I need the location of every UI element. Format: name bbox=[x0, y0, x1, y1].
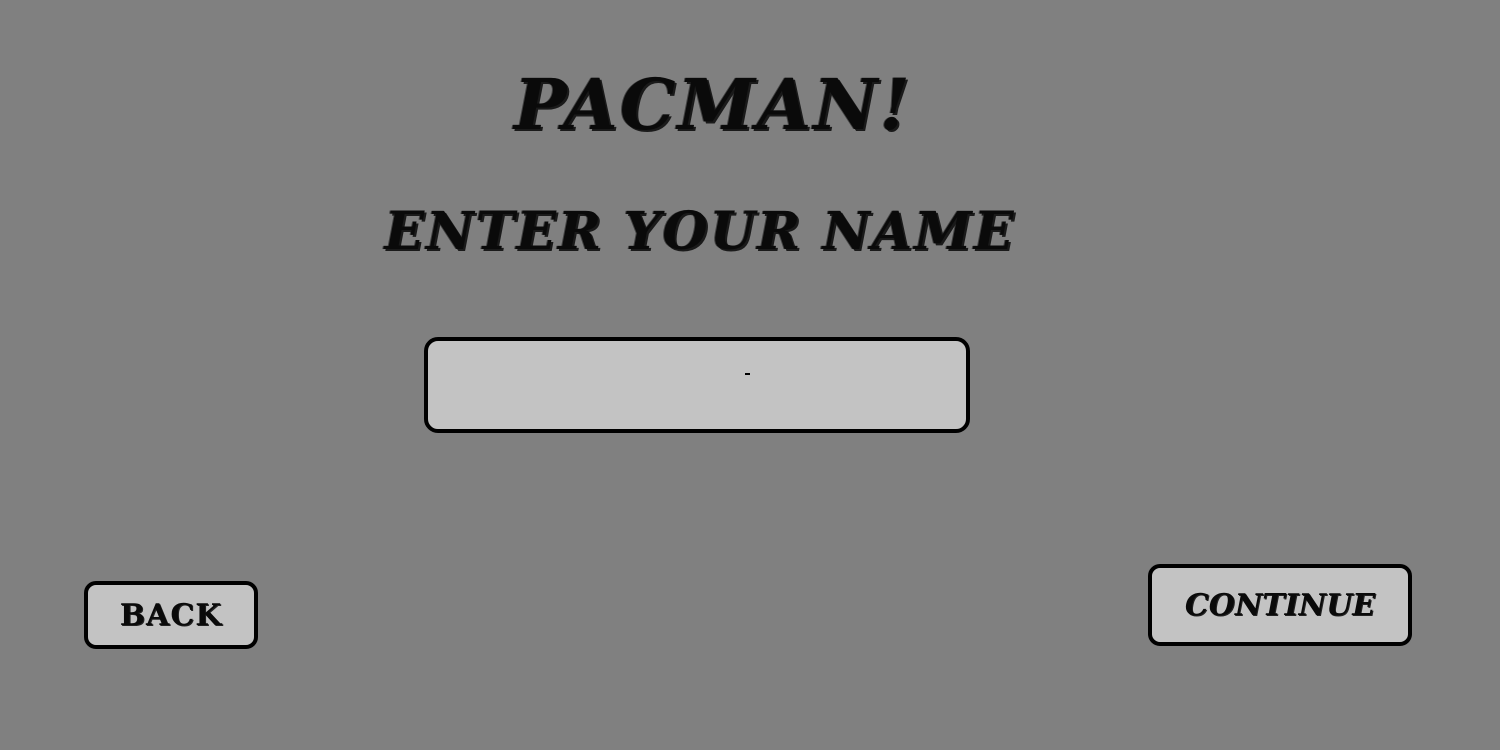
back-button[interactable]: BACK bbox=[84, 581, 258, 649]
continue-button-label: CONTINUE bbox=[1184, 587, 1376, 623]
back-button-label: BACK bbox=[119, 597, 223, 633]
player-name-input[interactable] bbox=[424, 337, 970, 433]
enter-name-heading: ENTER YOUR NAME bbox=[384, 201, 1016, 262]
game-title: PACMAN! bbox=[513, 63, 913, 146]
continue-button[interactable]: CONTINUE bbox=[1148, 564, 1412, 646]
text-cursor bbox=[745, 373, 750, 375]
